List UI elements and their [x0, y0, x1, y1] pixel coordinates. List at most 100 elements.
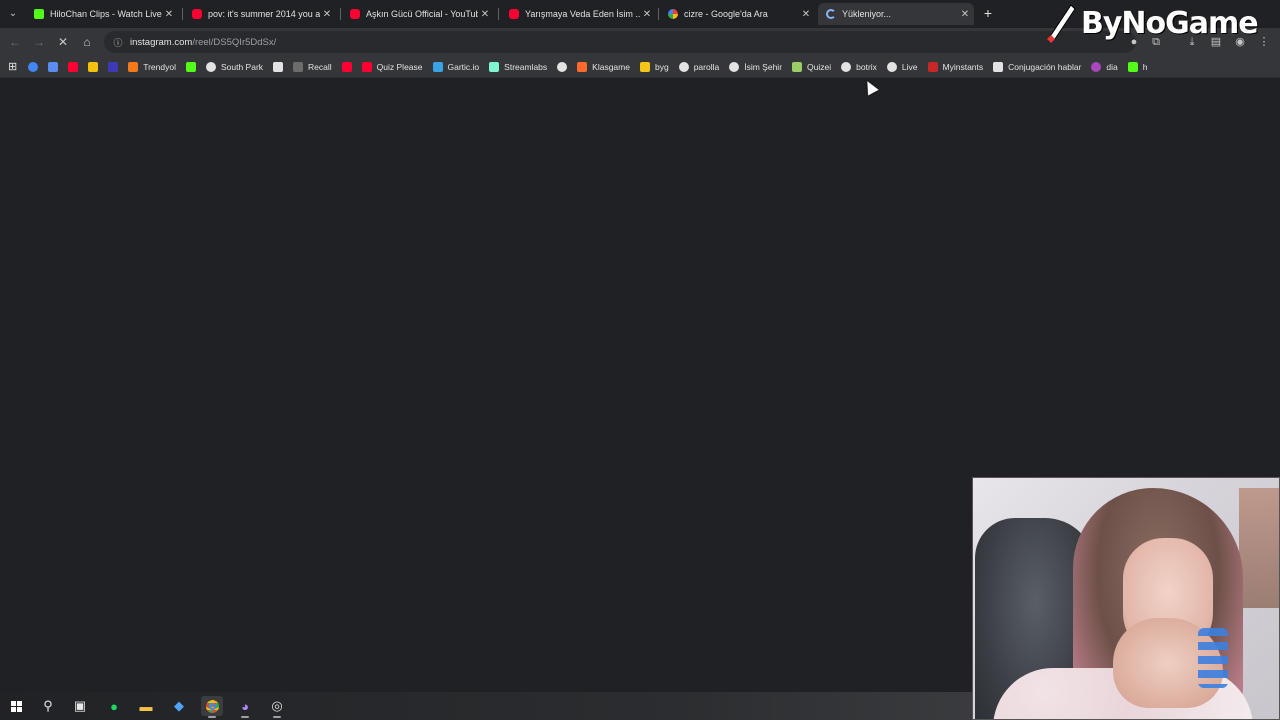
globe-icon: [205, 61, 216, 72]
bookmark-parolla[interactable]: parolla: [674, 58, 725, 76]
kick-icon: [185, 61, 196, 72]
bookmark-recall[interactable]: Recall: [288, 58, 337, 76]
bookmark-label: İsim Şehir: [744, 61, 783, 72]
windows-start-icon[interactable]: [5, 696, 27, 716]
bookmark-conjugaci-n-hablar[interactable]: Conjugación hablar: [988, 58, 1086, 76]
dia-icon: [1091, 61, 1102, 72]
background-shelf: [1239, 488, 1279, 608]
loading-spinner-icon: [826, 9, 836, 19]
close-icon[interactable]: ✕: [162, 9, 176, 20]
gartic-icon: [432, 61, 443, 72]
myinstants-icon: [927, 61, 938, 72]
chrome-icon[interactable]: [201, 696, 223, 718]
bookmark-label: Quiz Please: [376, 61, 423, 72]
trendyol-icon: [128, 61, 139, 72]
google-icon: [28, 61, 39, 72]
bookmark-twitch[interactable]: [103, 58, 123, 76]
klasgame-icon: [577, 61, 588, 72]
youtube-icon: [68, 61, 79, 72]
new-tab-plus-icon[interactable]: +: [981, 5, 995, 21]
tab-title: Yükleniyor...: [842, 9, 892, 19]
address-bar[interactable]: ⓘ instagram.com/reel/DS5QIr5DdSx/: [104, 31, 1136, 53]
obs-icon[interactable]: ◎: [266, 696, 288, 718]
bookmark-trendyol[interactable]: Trendyol: [123, 58, 181, 76]
bookmark-gartic-io[interactable]: Gartic.io: [428, 58, 485, 76]
home-icon[interactable]: ⌂: [79, 34, 95, 50]
tab-hilochan-clips[interactable]: HiloChan Clips - Watch Live on ✕: [26, 3, 178, 25]
bookmark-x[interactable]: [268, 58, 288, 76]
url-path: /reel/DS5QIr5DdSx/: [192, 36, 277, 48]
bookmark-i-sim-şehir[interactable]: İsim Şehir: [724, 58, 787, 76]
bookmark-label: Streamlabs: [504, 61, 548, 72]
bookmark-south-park[interactable]: South Park: [201, 58, 268, 76]
close-icon[interactable]: ✕: [640, 9, 654, 20]
bookmark-kick[interactable]: [181, 58, 201, 76]
file-explorer-icon[interactable]: ▬: [135, 696, 157, 716]
tab-title: HiloChan Clips - Watch Live on: [50, 9, 162, 19]
x-icon: [273, 61, 284, 72]
tab-cizre-google[interactable]: cizre - Google'da Ara ✕: [660, 3, 815, 25]
kick-icon: [34, 9, 44, 19]
bookmark-youtube[interactable]: [337, 58, 357, 76]
copilot-icon[interactable]: ◆: [168, 696, 190, 716]
bookmark-klasgame[interactable]: Klasgame: [572, 58, 635, 76]
bookmark-label: Gartic.io: [447, 61, 480, 72]
bookmark-quizei[interactable]: Quizei: [787, 58, 836, 76]
site-info-icon[interactable]: ⓘ: [112, 36, 124, 49]
translate-icon: [48, 61, 59, 72]
forward-arrow-icon[interactable]: →: [31, 34, 47, 50]
close-icon[interactable]: ✕: [958, 9, 972, 20]
close-icon[interactable]: ✕: [320, 9, 334, 20]
back-arrow-icon[interactable]: ←: [7, 34, 23, 50]
tab-yarismaya-veda[interactable]: Yarışmaya Veda Eden İsim ... | A ✕: [501, 3, 656, 25]
bookmark-h[interactable]: h: [1123, 58, 1153, 76]
bookmark-quiz-please[interactable]: Quiz Please: [357, 58, 428, 76]
bookmark-youtube[interactable]: [63, 58, 83, 76]
task-view-icon[interactable]: ▣: [69, 696, 91, 716]
bookmark-myinstants[interactable]: Myinstants: [923, 58, 989, 76]
streamer-webcam-overlay: [972, 477, 1280, 720]
apps-grid-icon[interactable]: ⊞: [6, 58, 23, 76]
bookmark-note[interactable]: [83, 58, 103, 76]
bynogame-logo: ByNoGame: [1045, 0, 1260, 46]
bookmark-label: dia: [1106, 61, 1118, 72]
discord-icon[interactable]: ◕: [234, 696, 256, 718]
bookmark-globe[interactable]: [552, 58, 572, 76]
close-icon[interactable]: ✕: [478, 9, 492, 20]
windows-taskbar: ⚲ ▣ ● ▬ ◆ ◕ ◎: [0, 692, 972, 720]
globe-icon: [729, 61, 740, 72]
bookmark-google[interactable]: [23, 58, 43, 76]
tab-loading-active[interactable]: Yükleniyor... ✕: [818, 3, 974, 25]
bookmark-streamlabs[interactable]: Streamlabs: [484, 58, 552, 76]
bookmark-translate[interactable]: [43, 58, 63, 76]
bookmark-label: Live: [901, 61, 918, 72]
youtube-icon: [509, 9, 519, 19]
tab-separator: [340, 8, 341, 20]
tab-askin-gucu[interactable]: Aşkın Gücü Official - YouTube ✕: [342, 3, 494, 25]
bookmark-label: Trendyol: [143, 61, 176, 72]
bookmark-label: byg: [654, 61, 669, 72]
sword-logo-icon: [1045, 3, 1077, 43]
tab-search-chevron-icon[interactable]: ⌄: [4, 6, 22, 22]
bookmark-live[interactable]: Live: [882, 58, 923, 76]
bookmark-botrix[interactable]: botrix: [836, 58, 882, 76]
twitch-icon: [108, 61, 119, 72]
spotify-icon[interactable]: ●: [103, 696, 125, 716]
globe-icon: [557, 61, 568, 72]
close-icon[interactable]: ✕: [799, 9, 813, 20]
byg-icon: [639, 61, 650, 72]
conjugacion-icon: [993, 61, 1004, 72]
tab-pov-summer-2014[interactable]: pov: it's summer 2014 you are c ✕: [184, 3, 336, 25]
bookmark-label: South Park: [220, 61, 264, 72]
bookmark-dia[interactable]: dia: [1086, 58, 1122, 76]
tab-title: Yarışmaya Veda Eden İsim ... | A: [525, 9, 640, 19]
google-icon: [668, 9, 678, 19]
bookmark-label: Myinstants: [942, 61, 984, 72]
quizei-icon: [792, 61, 803, 72]
bookmark-byg[interactable]: byg: [635, 58, 674, 76]
kick-icon: [1127, 61, 1138, 72]
search-icon[interactable]: ⚲: [37, 696, 59, 716]
recall-icon: [293, 61, 304, 72]
stop-loading-icon[interactable]: ✕: [55, 34, 71, 50]
url-host: instagram.com: [130, 36, 193, 48]
